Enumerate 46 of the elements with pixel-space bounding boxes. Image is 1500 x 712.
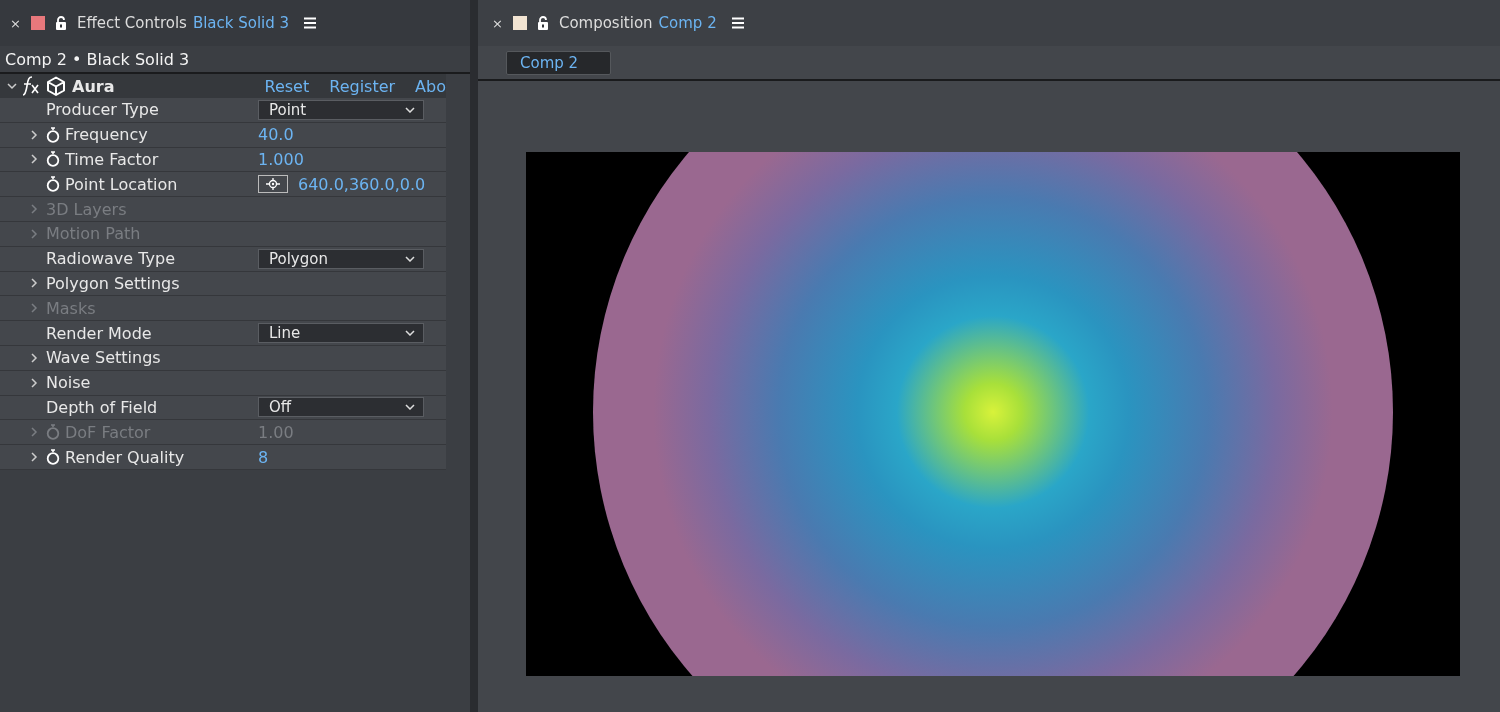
stopwatch-icon[interactable]: [46, 126, 60, 143]
property-label: Radiowave Type: [46, 249, 175, 269]
caret-icon: [405, 404, 415, 411]
stopwatch-icon[interactable]: [46, 176, 60, 193]
property-value[interactable]: 1.000: [258, 150, 304, 169]
effect-link[interactable]: Reset: [264, 76, 310, 96]
crosshair-button[interactable]: [258, 175, 288, 194]
caret-icon: [405, 106, 415, 113]
dropdown[interactable]: Point: [258, 99, 424, 120]
effect-link[interactable]: Abo: [415, 76, 446, 96]
property-label: Point Location: [65, 174, 178, 194]
effect-link[interactable]: Register: [329, 76, 396, 96]
property-label: Time Factor: [65, 150, 159, 169]
property-value[interactable]: 40.0: [258, 125, 294, 145]
chevron-icon[interactable]: [6, 80, 18, 92]
close-button[interactable]: ×: [10, 15, 21, 31]
dropdown[interactable]: Off: [258, 397, 424, 418]
crosshair-icon: [265, 178, 281, 191]
property-label: Render Mode: [46, 323, 152, 343]
caret-icon: [405, 255, 415, 262]
panel-subject[interactable]: Comp 2: [658, 14, 717, 32]
stopwatch-icon[interactable]: [46, 449, 60, 466]
dropdown[interactable]: Polygon: [258, 248, 424, 269]
composition-tab[interactable]: Comp 2: [506, 50, 612, 75]
panel-title: Composition: [558, 14, 653, 32]
dropdown[interactable]: Line: [258, 323, 424, 344]
close-button[interactable]: ×: [492, 15, 503, 31]
property-label: Render Quality: [65, 447, 185, 467]
effect-name: Aura: [72, 76, 115, 96]
menu-icon[interactable]: [303, 17, 318, 29]
lock-icon[interactable]: [536, 16, 549, 30]
property-label: Wave Settings: [46, 348, 161, 368]
property-label: Noise: [46, 373, 91, 393]
cube-icon: [46, 76, 66, 96]
lock-icon[interactable]: [54, 16, 67, 30]
panel-title: Effect Controls: [76, 14, 187, 32]
property-value[interactable]: 8: [258, 447, 269, 467]
stopwatch-icon[interactable]: [46, 151, 60, 168]
caret-icon: [405, 330, 415, 337]
property-label: Producer Type: [46, 100, 159, 120]
property-value[interactable]: 640.0,360.0,0.0: [298, 174, 426, 194]
panel-subject[interactable]: Black Solid 3: [192, 14, 290, 32]
property-label: Depth of Field: [46, 397, 158, 417]
property-label: Frequency: [65, 125, 148, 145]
menu-icon[interactable]: [730, 17, 745, 29]
property-label: Polygon Settings: [46, 273, 180, 293]
